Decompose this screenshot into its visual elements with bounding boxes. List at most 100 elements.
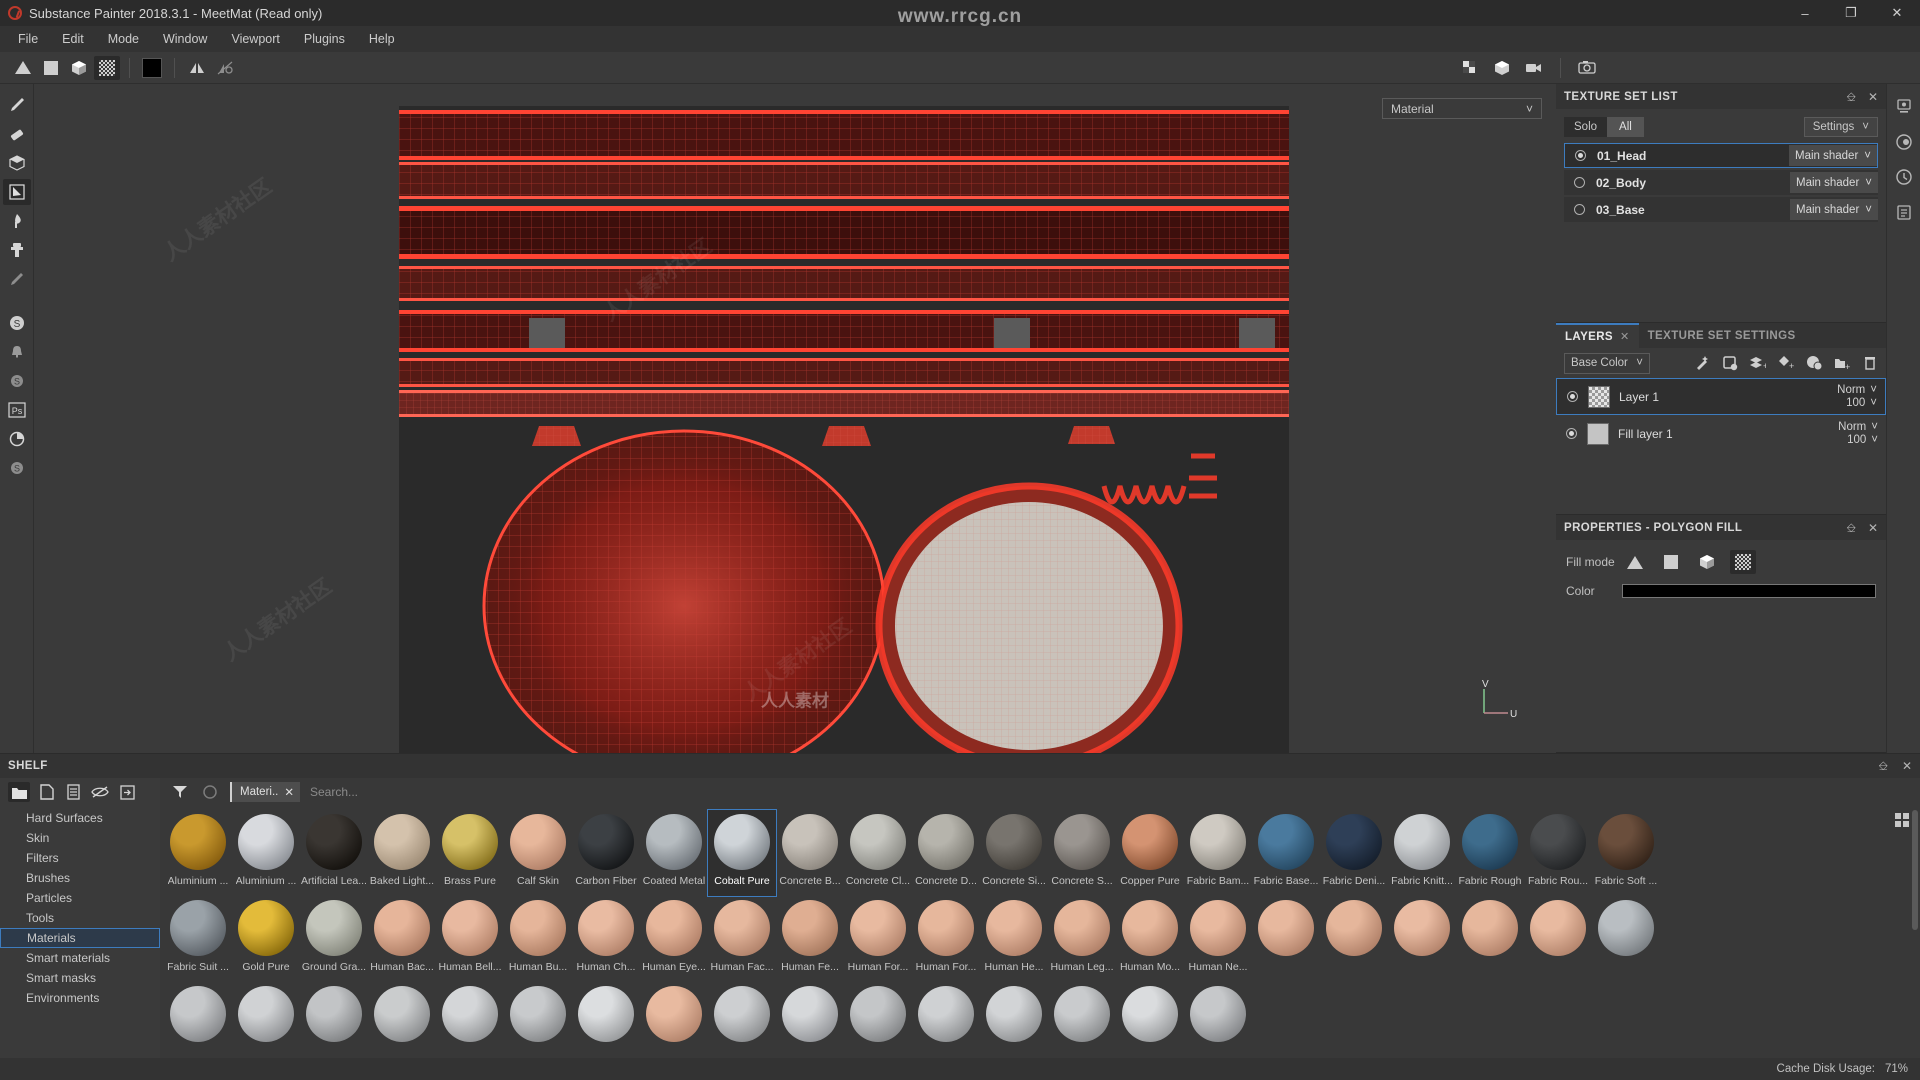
shelf-category-filters[interactable]: Filters bbox=[0, 848, 160, 868]
close-icon[interactable]: ✕ bbox=[1868, 522, 1878, 534]
shelf-item[interactable]: Human For... bbox=[844, 896, 912, 982]
fill-mode-cube-button[interactable] bbox=[1694, 550, 1720, 574]
shelf-item[interactable]: Human Fac... bbox=[708, 896, 776, 982]
shelf-category-environments[interactable]: Environments bbox=[0, 988, 160, 1008]
shelf-item[interactable] bbox=[504, 982, 572, 1058]
eraser-tool[interactable] bbox=[3, 121, 31, 147]
menu-viewport[interactable]: Viewport bbox=[219, 28, 291, 50]
fill-mode-square-button[interactable] bbox=[1658, 550, 1684, 574]
shelf-item[interactable]: Aluminium ... bbox=[164, 810, 232, 896]
close-icon[interactable]: ✕ bbox=[284, 785, 294, 799]
shader-dropdown[interactable]: Main shader ˅ bbox=[1789, 199, 1878, 220]
shelf-item[interactable] bbox=[708, 982, 776, 1058]
shelf-item[interactable] bbox=[640, 982, 708, 1058]
visibility-radio-icon[interactable] bbox=[1574, 177, 1585, 188]
shelf-item[interactable]: Gold Pure bbox=[232, 896, 300, 982]
layer-visibility-icon[interactable] bbox=[1567, 391, 1578, 402]
substance-share-button[interactable]: S bbox=[3, 368, 31, 394]
folder-button[interactable] bbox=[8, 782, 30, 802]
shader-settings-button[interactable] bbox=[1890, 129, 1918, 155]
shelf-category-smart-masks[interactable]: Smart masks bbox=[0, 968, 160, 988]
shelf-search-input[interactable]: Search... bbox=[310, 785, 358, 799]
shelf-item[interactable]: Fabric Rough bbox=[1456, 810, 1524, 896]
fill-mode-checker-button[interactable] bbox=[1730, 550, 1756, 574]
shelf-item[interactable] bbox=[1320, 896, 1388, 982]
add-paint-layer-icon[interactable]: + bbox=[1777, 355, 1794, 372]
shelf-item[interactable]: Human Leg... bbox=[1048, 896, 1116, 982]
shelf-item[interactable]: Copper Pure bbox=[1116, 810, 1184, 896]
shelf-item[interactable] bbox=[980, 982, 1048, 1058]
shelf-item[interactable] bbox=[1252, 896, 1320, 982]
shelf-item[interactable]: Human Bell... bbox=[436, 896, 504, 982]
menu-plugins[interactable]: Plugins bbox=[292, 28, 357, 50]
solo-button[interactable]: Solo bbox=[1564, 117, 1608, 137]
shelf-item[interactable]: Human He... bbox=[980, 896, 1048, 982]
shelf-item[interactable] bbox=[1116, 982, 1184, 1058]
settings-dropdown[interactable]: Settings ˅ bbox=[1803, 117, 1878, 137]
shelf-item[interactable]: Coated Metal bbox=[640, 810, 708, 896]
menu-help[interactable]: Help bbox=[357, 28, 407, 50]
filter-funnel-button[interactable] bbox=[170, 782, 190, 802]
material-picker-tool[interactable] bbox=[3, 266, 31, 292]
shelf-item[interactable] bbox=[1388, 896, 1456, 982]
shelf-category-tools[interactable]: Tools bbox=[0, 908, 160, 928]
photoshop-export-button[interactable]: Ps bbox=[3, 397, 31, 423]
add-fill-layer-icon[interactable]: + bbox=[1749, 355, 1766, 372]
layer-visibility-icon[interactable] bbox=[1566, 428, 1577, 439]
layer-row-layer-1[interactable]: Layer 1 Norm ˅ 100 ˅ bbox=[1556, 378, 1886, 415]
shelf-item[interactable]: Fabric Deni... bbox=[1320, 810, 1388, 896]
shelf-category-particles[interactable]: Particles bbox=[0, 888, 160, 908]
log-button[interactable] bbox=[1890, 199, 1918, 225]
shelf-item[interactable] bbox=[1048, 982, 1116, 1058]
camera-video-button[interactable] bbox=[1521, 56, 1547, 80]
viewport-3d[interactable]: Material ˅ V U 人人素材社区 人人素材社区 人人素材社区 人人素材… bbox=[34, 84, 1556, 753]
menu-file[interactable]: File bbox=[6, 28, 50, 50]
import-button[interactable] bbox=[116, 782, 138, 802]
active-filter-chip[interactable]: Materi.. ✕ bbox=[230, 782, 300, 802]
visibility-radio-icon[interactable] bbox=[1575, 150, 1586, 161]
material-channel-dropdown[interactable]: Material ˅ bbox=[1382, 98, 1542, 119]
texture-set-row-02-body[interactable]: 02_Body Main shader ˅ bbox=[1564, 170, 1878, 195]
shelf-scrollbar[interactable] bbox=[1912, 810, 1918, 930]
new-document-button[interactable] bbox=[35, 782, 57, 802]
tab-layers[interactable]: LAYERS ✕ bbox=[1556, 323, 1639, 348]
shelf-item[interactable]: Artificial Lea... bbox=[300, 810, 368, 896]
shelf-item[interactable]: Human Ch... bbox=[572, 896, 640, 982]
shelf-grid-wrapper[interactable]: Aluminium ... Aluminium ... Artificial Lea… bbox=[160, 806, 1920, 1058]
undock-icon[interactable]: ⎒ bbox=[1878, 760, 1887, 772]
tab-texture-set-settings[interactable]: TEXTURE SET SETTINGS bbox=[1639, 323, 1805, 348]
shelf-item[interactable]: Fabric Soft ... bbox=[1592, 810, 1660, 896]
fill-mode-triangle-button[interactable] bbox=[10, 56, 36, 80]
close-icon[interactable]: ✕ bbox=[1902, 760, 1912, 772]
shelf-item[interactable]: Concrete Si... bbox=[980, 810, 1048, 896]
all-button[interactable]: All bbox=[1607, 117, 1644, 137]
texture-set-row-01-head[interactable]: 01_Head Main shader ˅ bbox=[1564, 143, 1878, 168]
texture-set-row-03-base[interactable]: 03_Base Main shader ˅ bbox=[1564, 197, 1878, 222]
close-icon[interactable]: ✕ bbox=[1620, 330, 1630, 343]
symmetry-button[interactable] bbox=[184, 56, 210, 80]
shelf-item[interactable]: Human For... bbox=[912, 896, 980, 982]
hide-button[interactable] bbox=[89, 782, 111, 802]
channel-dropdown[interactable]: Base Color ˅ bbox=[1564, 352, 1650, 374]
shelf-item[interactable]: Human Ne... bbox=[1184, 896, 1252, 982]
clone-stamp-tool[interactable] bbox=[3, 237, 31, 263]
shelf-item[interactable]: Concrete S... bbox=[1048, 810, 1116, 896]
shader-dropdown[interactable]: Main shader ˅ bbox=[1789, 172, 1878, 193]
screenshot-button[interactable] bbox=[1574, 56, 1600, 80]
shelf-item[interactable]: Concrete D... bbox=[912, 810, 980, 896]
alerts-button[interactable] bbox=[3, 339, 31, 365]
undock-icon[interactable]: ⎒ bbox=[1846, 522, 1855, 534]
undock-icon[interactable]: ⎒ bbox=[1846, 91, 1855, 103]
shelf-item[interactable]: Fabric Knitt... bbox=[1388, 810, 1456, 896]
shader-dropdown[interactable]: Main shader ˅ bbox=[1788, 145, 1877, 166]
fill-mode-square-button[interactable] bbox=[38, 56, 64, 80]
shelf-item[interactable]: Concrete Cl... bbox=[844, 810, 912, 896]
shelf-item[interactable] bbox=[776, 982, 844, 1058]
color-swatch-button[interactable] bbox=[139, 56, 165, 80]
shelf-item[interactable]: Fabric Bam... bbox=[1184, 810, 1252, 896]
shelf-item[interactable] bbox=[912, 982, 980, 1058]
shelf-item[interactable]: Human Mo... bbox=[1116, 896, 1184, 982]
shelf-item[interactable]: Baked Light... bbox=[368, 810, 436, 896]
shelf-item[interactable] bbox=[1184, 982, 1252, 1058]
delete-layer-icon[interactable] bbox=[1861, 355, 1878, 372]
